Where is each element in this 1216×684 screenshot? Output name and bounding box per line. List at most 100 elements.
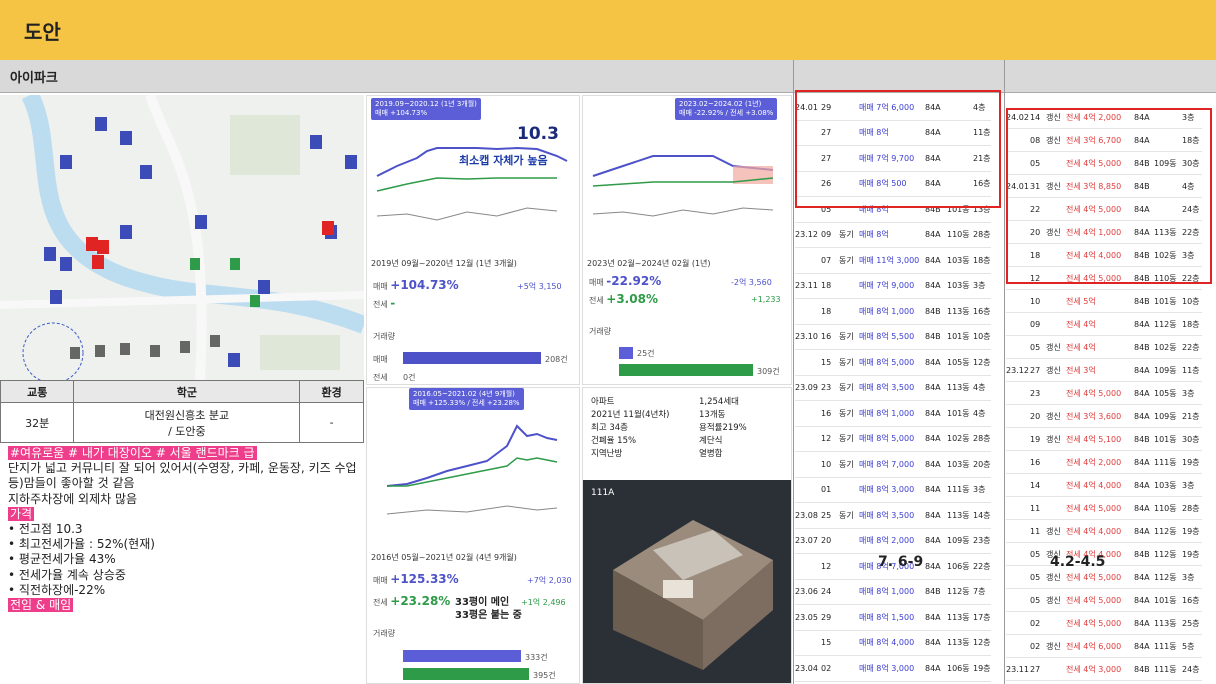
table-cell: 매매 7억 9,000 [859, 281, 915, 291]
table-cell: 112동 [1154, 549, 1177, 559]
section-header: 도안 [0, 0, 1216, 60]
table-row: 11 전세 4억 5,000 84A 110동 28층 [1006, 497, 1202, 520]
table-cell: 전세 4억 5,000 [1066, 595, 1122, 605]
apartment-bar: 아이파크 [0, 60, 1216, 93]
table-cell: 5층 [1182, 641, 1195, 651]
table-cell: 101동 [947, 332, 970, 342]
table-cell: 111동 [1154, 664, 1177, 674]
table-cell: 09 [1030, 319, 1041, 329]
summary-item: 최고 34층 [591, 423, 628, 433]
table-cell: 11 [1030, 526, 1041, 536]
table-cell: 19층 [1182, 457, 1200, 467]
table-cell: 매매 8억 1,000 [859, 587, 915, 597]
table-cell: 3층 [1182, 572, 1195, 582]
summary-item: 2021년 11월(4년차) [591, 410, 670, 420]
table-cell: 23.05 [795, 612, 818, 622]
table-row: 02 전세 4억 5,000 84A 113동 25층 [1006, 612, 1202, 635]
vol-sale-bar [619, 347, 633, 359]
table-cell: 11층 [1182, 365, 1200, 375]
table-cell: 113동 [1154, 618, 1177, 628]
table-cell: 19층 [973, 663, 991, 673]
table-cell: 전세 4억 4,000 [1066, 526, 1122, 536]
table-cell: 11 [1030, 503, 1041, 513]
plan-label: 111A [591, 488, 615, 498]
table-row: 15 매매 8억 4,000 84A 113동 12층 [795, 631, 991, 656]
table-cell: 19층 [1182, 549, 1200, 559]
table-cell: 갱신 [1046, 572, 1061, 582]
table-cell: 103동 [947, 459, 970, 469]
table-cell: 25층 [1182, 618, 1200, 628]
table-row: 23.10 16 동기 매매 8억 5,500 84B 101동 10층 [795, 325, 991, 350]
table-cell: 84B [1134, 664, 1150, 674]
table-cell: 103동 [1154, 480, 1177, 490]
table-cell: 23.12 [1006, 365, 1029, 375]
table-row: 23.12 09 동기 매매 8억 84A 110동 28층 [795, 223, 991, 248]
price-item: 전고점 10.3 [8, 522, 362, 537]
table-cell: 3층 [1182, 388, 1195, 398]
sale-pct: -22.92% [606, 274, 662, 288]
table-cell: 매매 11억 3,000 [859, 255, 920, 265]
table-row: 23.12 27 갱신 전세 3억 84A 109동 11층 [1006, 359, 1202, 382]
vol-jeonse-bar [619, 364, 753, 376]
table-cell: 전세 3억 [1066, 365, 1096, 375]
vol-jeonse: 309건 [757, 367, 780, 376]
table-row: 23.11 18 매매 7억 9,000 84A 103동 3층 [795, 274, 991, 299]
sale-label: 매매 [373, 576, 388, 585]
table-cell: 23.11 [795, 281, 818, 291]
vol-sale-bar [403, 650, 521, 662]
table-cell: 84A [925, 663, 941, 673]
environment-value: - [299, 402, 364, 443]
annot-line: 33평은 붙는 중 [455, 610, 522, 621]
table-cell: 28층 [973, 434, 991, 444]
price-chart [592, 155, 774, 217]
table-cell: 84A [1134, 572, 1150, 582]
table-cell: 05 [1030, 595, 1041, 605]
transport-value: 32분 [0, 402, 75, 443]
table-cell: 09 [821, 230, 832, 240]
table-cell: 10층 [1182, 296, 1200, 306]
table-cell: 23.07 [795, 536, 818, 546]
table-cell: 101동 [1154, 296, 1177, 306]
table-cell: 전세 4억 3,000 [1066, 664, 1122, 674]
table-cell: 84B [925, 332, 941, 342]
table-cell: 113동 [947, 383, 970, 393]
table-cell: 16 [1030, 457, 1041, 467]
sale-pct: +104.73% [390, 278, 459, 292]
table-cell: 111동 [1154, 457, 1177, 467]
table-row: 16 동기 매매 8억 1,000 84A 101동 4층 [795, 401, 991, 427]
table-cell: 20층 [973, 459, 991, 469]
table-cell: 84A [1134, 526, 1150, 536]
info-table: 교통 학군 환경 32분 대전원신흥초 분교 / 도안중 - [0, 380, 364, 443]
table-row: 09 전세 4억 84A 112동 18층 [1006, 313, 1202, 336]
table-cell: 84A [925, 485, 941, 495]
table-cell: 7층 [973, 587, 986, 597]
table-cell: 동기 [839, 383, 854, 393]
desc-line: 지하주차장에 외제차 많음 [8, 491, 138, 506]
table-cell: 113동 [947, 510, 970, 520]
sale-amt: +5억 3,150 [517, 282, 562, 291]
table-cell: 84B [1134, 296, 1150, 306]
table-cell: 동기 [839, 332, 854, 342]
table-cell: 84A [1134, 319, 1150, 329]
table-cell: 매매 8억 1,000 [859, 306, 915, 316]
table-cell: 02 [821, 663, 832, 673]
table-cell: 전세 4억 [1066, 319, 1096, 329]
table-cell: 84B [1134, 434, 1150, 444]
tags: #여유로움 # 내가 대장이오 # 서울 랜드마크 급 [8, 446, 257, 460]
table-cell: 전세 4억 6,000 [1066, 641, 1122, 651]
table-row: 11 갱신 전세 4억 4,000 84A 112동 19층 [1006, 520, 1202, 543]
table-cell: 28층 [973, 230, 991, 240]
caption-line: 2019.09~2020.12 (1년 3개월) [375, 100, 477, 108]
table-cell: 매매 8억 5,500 [859, 332, 915, 342]
table-cell: 12 [821, 561, 832, 571]
summary-item: 아파트 [591, 397, 615, 407]
table-cell: 84A [925, 255, 941, 265]
table-cell: 106동 [947, 663, 970, 673]
school-value: 대전원신흥초 분교 / 도안중 [73, 402, 301, 443]
table-cell: 84A [925, 357, 941, 367]
table-cell: 갱신 [1046, 595, 1061, 605]
table-cell: 23.12 [795, 230, 818, 240]
table-cell: 07 [821, 255, 832, 265]
summary-card: 아파트 2021년 11월(4년차) 최고 34층 건폐율 15% 지역난방 1… [582, 387, 792, 684]
table-cell: 동기 [839, 459, 854, 469]
